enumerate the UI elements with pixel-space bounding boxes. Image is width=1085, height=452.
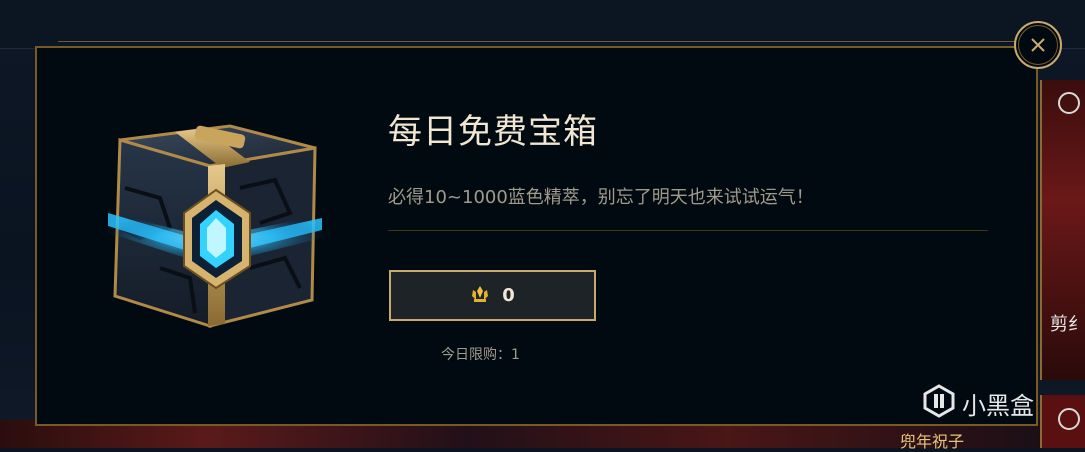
claim-chest-button[interactable]: 0 — [389, 270, 596, 321]
hextech-chest-icon — [100, 118, 330, 333]
clock-icon — [1058, 92, 1080, 114]
blue-essence-icon — [470, 285, 490, 307]
daily-limit-text: 今日限购：1 — [441, 347, 520, 363]
watermark-text: 小黑盒 — [962, 391, 1034, 420]
background-card-label-bottom: 兜年祝子 — [900, 432, 965, 451]
close-x-icon — [1018, 25, 1058, 65]
xiaoheihe-logo-icon — [922, 384, 956, 422]
background-card-label: 剪纟 — [1050, 314, 1085, 335]
dialog-title: 每日免费宝箱 — [388, 112, 598, 152]
divider — [388, 230, 988, 231]
clock-icon — [1058, 408, 1080, 430]
price-value: 0 — [502, 285, 515, 306]
watermark: 小黑盒 — [922, 384, 1034, 422]
close-button[interactable] — [1014, 21, 1062, 69]
dialog-description: 必得10~1000蓝色精萃，别忘了明天也来试试运气！ — [388, 187, 814, 208]
